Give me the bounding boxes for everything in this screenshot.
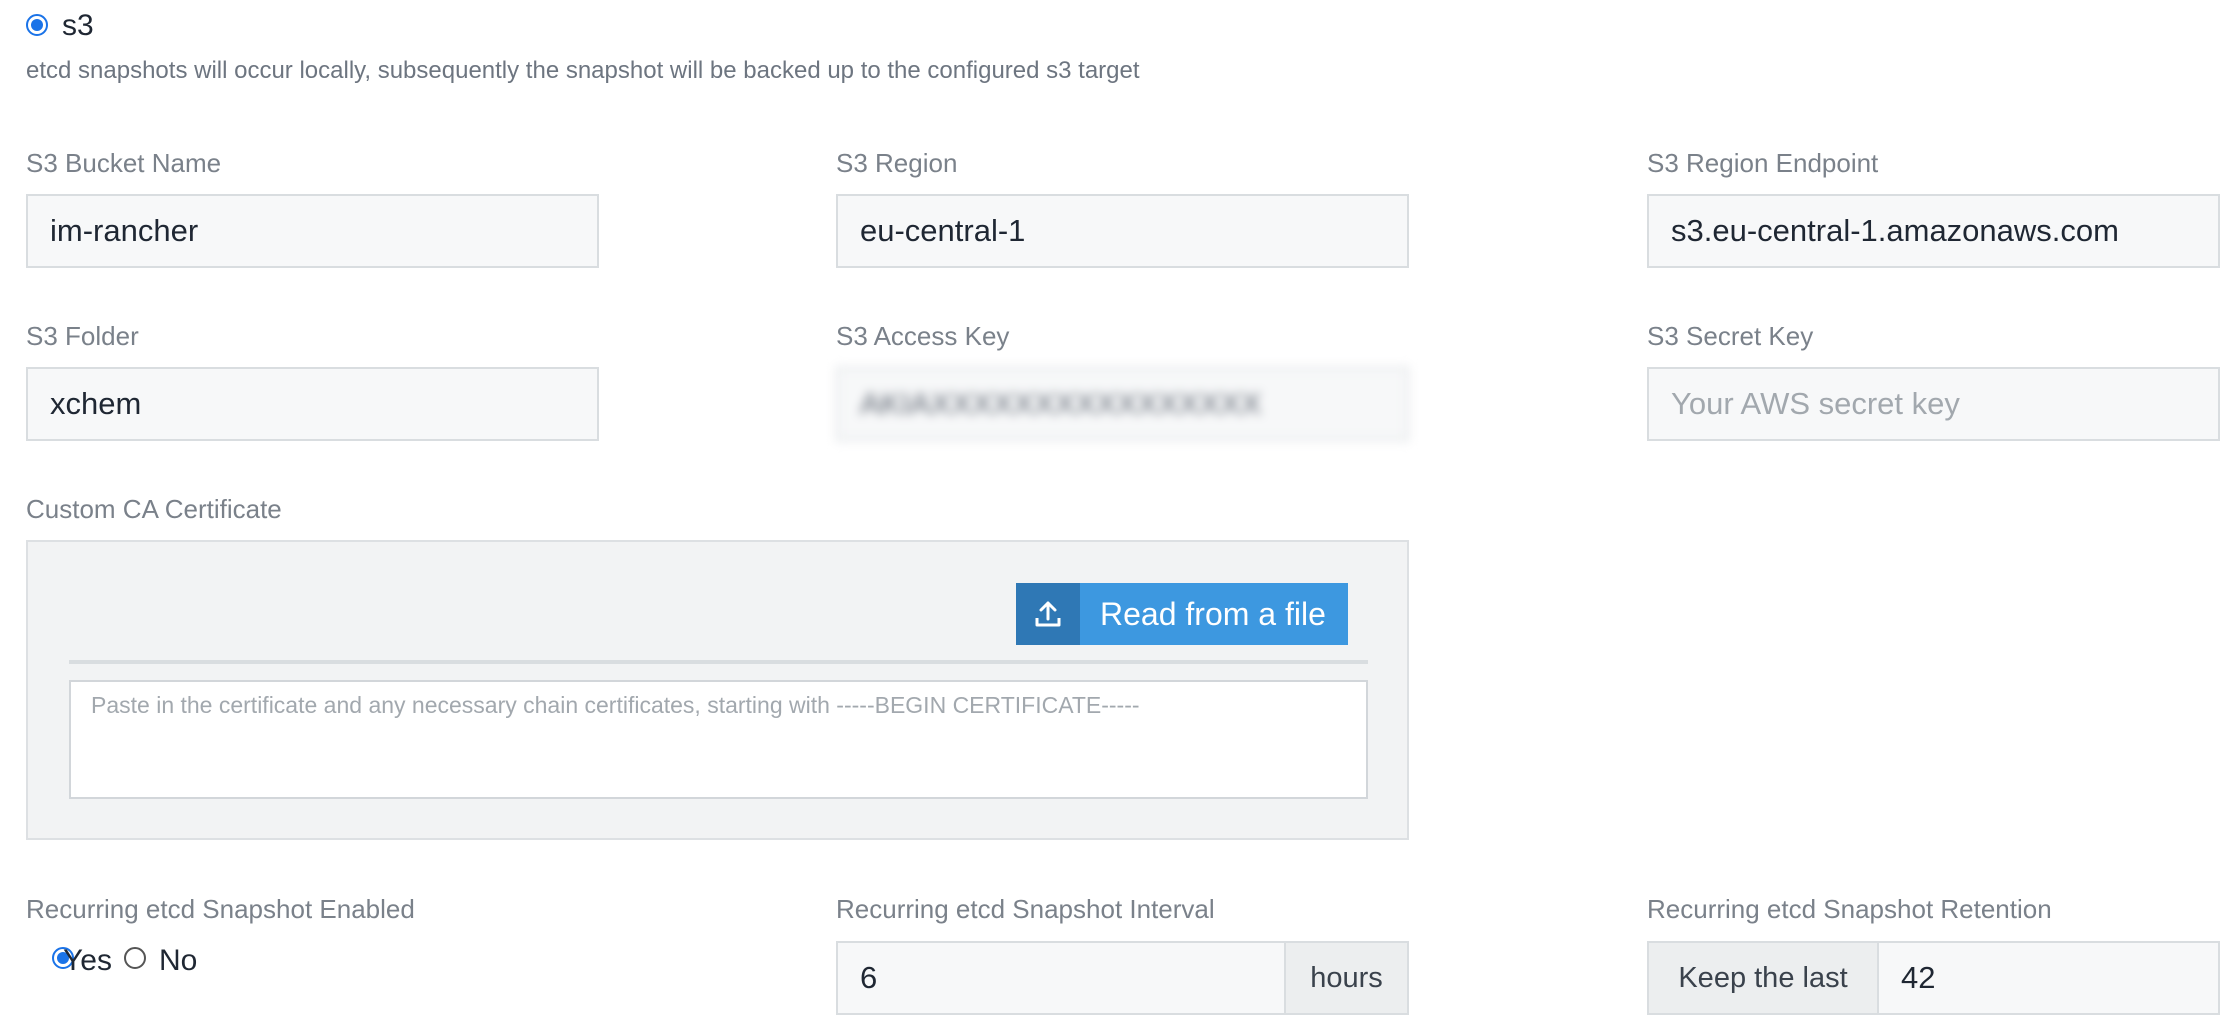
- read-from-file-label: Read from a file: [1100, 595, 1326, 632]
- retention-prefix-addon: Keep the last: [1647, 941, 1879, 1015]
- ca-certificate-textarea[interactable]: [69, 680, 1368, 799]
- recurring-enabled-label: Recurring etcd Snapshot Enabled: [26, 894, 415, 924]
- recurring-no-radio[interactable]: [124, 947, 146, 969]
- bucket-name-input[interactable]: [26, 194, 599, 268]
- access-key-input[interactable]: [836, 367, 1409, 441]
- s3-radio[interactable]: [26, 14, 48, 36]
- recurring-no-label: No: [159, 944, 198, 977]
- secret-key-input[interactable]: [1647, 367, 2220, 441]
- folder-label: S3 Folder: [26, 321, 139, 351]
- read-from-file-button[interactable]: Read from a file: [1016, 583, 1348, 645]
- bucket-name-label: S3 Bucket Name: [26, 148, 222, 178]
- region-endpoint-input[interactable]: [1647, 194, 2220, 268]
- secret-key-label: S3 Secret Key: [1647, 321, 1814, 351]
- custom-ca-panel: Read from a file: [26, 540, 1409, 840]
- interval-input[interactable]: [836, 941, 1286, 1015]
- region-endpoint-label: S3 Region Endpoint: [1647, 148, 1879, 178]
- retention-input[interactable]: [1877, 941, 2220, 1015]
- upload-icon: [1016, 583, 1080, 645]
- folder-input[interactable]: [26, 367, 599, 441]
- custom-ca-label: Custom CA Certificate: [26, 494, 282, 524]
- interval-label: Recurring etcd Snapshot Interval: [836, 894, 1215, 924]
- s3-radio-label: s3: [62, 9, 94, 42]
- region-label: S3 Region: [836, 148, 958, 178]
- interval-unit-addon: hours: [1284, 941, 1409, 1015]
- access-key-label: S3 Access Key: [836, 321, 1010, 351]
- s3-description: etcd snapshots will occur locally, subse…: [26, 57, 1140, 84]
- retention-label: Recurring etcd Snapshot Retention: [1647, 894, 2052, 924]
- recurring-yes-label: Yes: [63, 944, 112, 977]
- ca-divider: [69, 660, 1368, 664]
- region-input[interactable]: [836, 194, 1409, 268]
